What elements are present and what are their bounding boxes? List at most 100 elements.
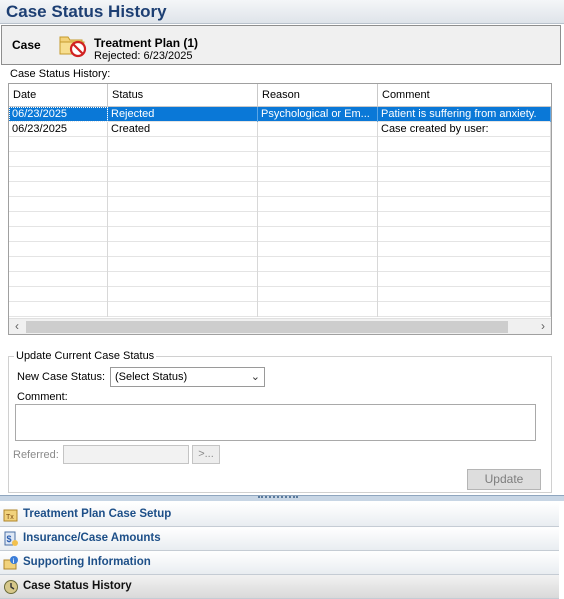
- referred-input[interactable]: [63, 445, 189, 464]
- title-bar: Case Status History: [0, 0, 564, 24]
- page-title: Case Status History: [6, 2, 167, 21]
- nav-supporting-information[interactable]: i Supporting Information: [0, 551, 559, 575]
- column-header-status[interactable]: Status: [108, 84, 258, 106]
- cell-status: [108, 167, 258, 182]
- cell-comment: [378, 257, 551, 272]
- nav-case-status-history[interactable]: Case Status History: [0, 575, 559, 599]
- cell-status: [108, 257, 258, 272]
- scroll-thumb[interactable]: [26, 321, 508, 333]
- referred-label: Referred:: [13, 449, 59, 461]
- cell-date: [9, 302, 108, 317]
- cell-comment: [378, 272, 551, 287]
- cell-reason: Psychological or Em...: [258, 107, 378, 122]
- svg-text:Tx: Tx: [6, 514, 14, 521]
- grid-header: Date Status Reason Comment: [9, 84, 551, 107]
- cell-date: [9, 212, 108, 227]
- plan-name: Treatment Plan (1): [94, 36, 199, 50]
- nav-label: Treatment Plan Case Setup: [23, 508, 172, 520]
- empty-row: [9, 137, 551, 152]
- scroll-right-icon[interactable]: ›: [535, 319, 551, 334]
- cell-date: [9, 167, 108, 182]
- cell-date: 06/23/2025: [9, 122, 108, 137]
- cell-comment: [378, 182, 551, 197]
- nav-label: Insurance/Case Amounts: [23, 532, 161, 544]
- new-status-label: New Case Status:: [17, 371, 106, 383]
- cell-comment: [378, 212, 551, 227]
- status-select[interactable]: (Select Status) ⌄: [110, 367, 265, 387]
- cell-comment: [378, 302, 551, 317]
- cell-date: [9, 182, 108, 197]
- cell-date: [9, 257, 108, 272]
- panel-splitter[interactable]: [0, 495, 564, 501]
- empty-row: [9, 302, 551, 317]
- cell-reason: [258, 122, 378, 137]
- cell-status: Created: [108, 122, 258, 137]
- cell-comment: [378, 287, 551, 302]
- cell-date: 06/23/2025: [9, 107, 108, 122]
- empty-row: [9, 287, 551, 302]
- horizontal-scrollbar[interactable]: ‹ ›: [9, 318, 551, 334]
- column-header-comment[interactable]: Comment: [378, 84, 551, 106]
- cell-reason: [258, 227, 378, 242]
- cell-reason: [258, 242, 378, 257]
- cell-reason: [258, 197, 378, 212]
- cell-status: [108, 272, 258, 287]
- empty-row: [9, 167, 551, 182]
- history-label: Case Status History:: [10, 68, 111, 80]
- empty-row: [9, 212, 551, 227]
- folder-rejected-icon: [58, 32, 88, 58]
- history-grid[interactable]: Date Status Reason Comment 06/23/2025 Rej…: [8, 83, 552, 335]
- plan-status: Rejected: 6/23/2025: [94, 50, 193, 62]
- supporting-info-icon: i: [3, 555, 19, 571]
- cell-comment: [378, 197, 551, 212]
- cell-date: [9, 287, 108, 302]
- nav-label: Supporting Information: [23, 556, 151, 568]
- treatment-plan-icon: Tx: [3, 507, 19, 523]
- table-row[interactable]: 06/23/2025 Rejected Psychological or Em...…: [9, 107, 551, 122]
- cell-date: [9, 272, 108, 287]
- column-header-reason[interactable]: Reason: [258, 84, 378, 106]
- cell-comment: Patient is suffering from anxiety.: [378, 107, 551, 122]
- cell-comment: [378, 137, 551, 152]
- cell-status: [108, 197, 258, 212]
- cell-reason: [258, 137, 378, 152]
- empty-row: [9, 182, 551, 197]
- cell-comment: [378, 152, 551, 167]
- empty-row: [9, 227, 551, 242]
- cell-reason: [258, 182, 378, 197]
- table-row[interactable]: 06/23/2025 Created Case created by user:: [9, 122, 551, 137]
- cell-status: Rejected: [108, 107, 258, 122]
- chevron-down-icon: ⌄: [250, 371, 260, 383]
- status-select-value: (Select Status): [115, 371, 188, 383]
- cell-comment: [378, 242, 551, 257]
- cell-comment: [378, 167, 551, 182]
- referred-browse-button[interactable]: >...: [192, 445, 220, 464]
- cell-comment: Case created by user:: [378, 122, 551, 137]
- cell-reason: [258, 257, 378, 272]
- cell-status: [108, 287, 258, 302]
- cell-date: [9, 242, 108, 257]
- insurance-icon: $: [3, 531, 19, 547]
- cell-status: [108, 182, 258, 197]
- cell-reason: [258, 152, 378, 167]
- cell-status: [108, 212, 258, 227]
- case-history-icon: [3, 579, 19, 595]
- comment-label: Comment:: [17, 391, 68, 403]
- nav-treatment-plan-setup[interactable]: Tx Treatment Plan Case Setup: [0, 503, 559, 527]
- scroll-left-icon[interactable]: ‹: [9, 319, 25, 334]
- cell-date: [9, 227, 108, 242]
- nav-insurance-case-amounts[interactable]: $ Insurance/Case Amounts: [0, 527, 559, 551]
- splitter-grip-icon[interactable]: [258, 496, 298, 500]
- cell-status: [108, 242, 258, 257]
- column-header-date[interactable]: Date: [9, 84, 108, 106]
- cell-reason: [258, 212, 378, 227]
- cell-status: [108, 302, 258, 317]
- cell-status: [108, 137, 258, 152]
- svg-text:$: $: [7, 534, 12, 544]
- cell-comment: [378, 227, 551, 242]
- empty-row: [9, 152, 551, 167]
- cell-date: [9, 152, 108, 167]
- empty-row: [9, 197, 551, 212]
- update-button[interactable]: Update: [467, 469, 541, 490]
- comment-textarea[interactable]: [15, 404, 536, 441]
